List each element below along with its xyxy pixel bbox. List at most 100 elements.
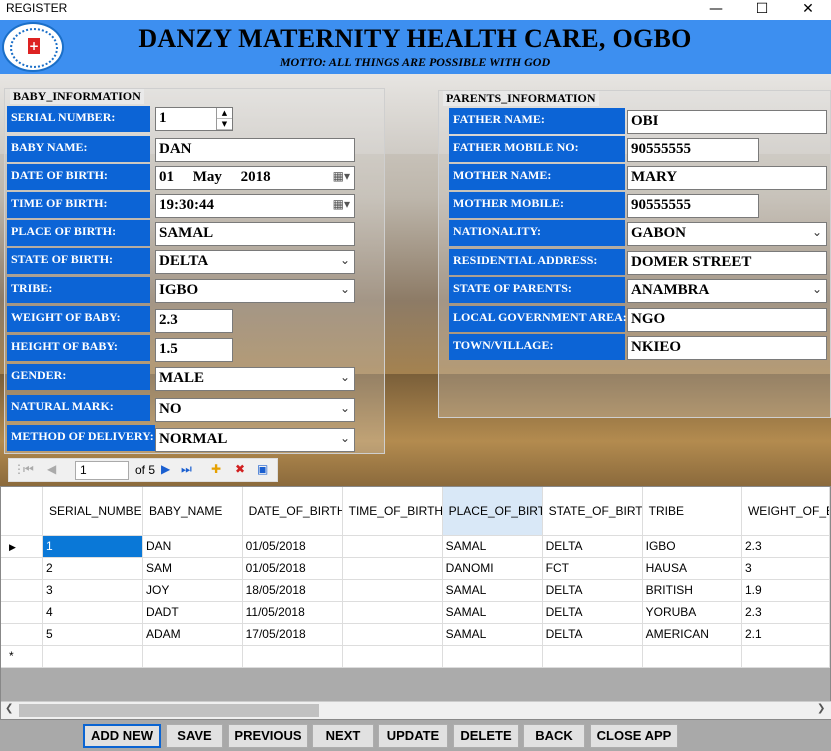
- state-of-birth-select[interactable]: DELTA ⌄: [155, 250, 355, 274]
- table-cell[interactable]: SAMAL: [442, 579, 543, 602]
- time-of-birth-picker[interactable]: 19:30:44 ▦▾: [155, 194, 355, 218]
- serial-spinner[interactable]: ▲ ▼: [216, 108, 232, 130]
- table-cell[interactable]: DELTA: [542, 579, 643, 602]
- row-header[interactable]: [1, 623, 43, 646]
- table-cell[interactable]: [42, 645, 143, 668]
- table-cell[interactable]: ADAM: [142, 623, 243, 646]
- save-icon[interactable]: ▣: [257, 462, 268, 476]
- close-app-button[interactable]: CLOSE APP: [590, 724, 678, 748]
- column-header[interactable]: PLACE_OF_BIRTH: [442, 487, 543, 536]
- row-header[interactable]: [1, 557, 43, 580]
- table-cell[interactable]: SAM: [142, 557, 243, 580]
- mother-name-input[interactable]: MARY: [627, 166, 827, 190]
- serial-number-input[interactable]: 1 ▲ ▼: [155, 107, 233, 131]
- next-button[interactable]: NEXT: [312, 724, 374, 748]
- column-header[interactable]: TIME_OF_BIRTH: [342, 487, 443, 536]
- table-row[interactable]: 5 ADAM 17/05/2018 SAMAL DELTA AMERICAN 2.1: [1, 623, 831, 646]
- table-cell[interactable]: DELTA: [542, 535, 643, 558]
- move-previous-icon[interactable]: ◀: [47, 462, 56, 476]
- calendar-dropdown-icon[interactable]: ▦▾: [333, 169, 350, 183]
- place-of-birth-input[interactable]: SAMAL: [155, 222, 355, 246]
- scroll-thumb[interactable]: [19, 704, 319, 717]
- row-header[interactable]: [1, 579, 43, 602]
- table-row[interactable]: 3 JOY 18/05/2018 SAMAL DELTA BRITISH 1.9: [1, 579, 831, 602]
- column-header[interactable]: WEIGHT_OF_B: [741, 487, 831, 536]
- move-first-icon[interactable]: ⏮: [23, 462, 34, 477]
- row-header[interactable]: ▶: [1, 535, 43, 558]
- table-cell[interactable]: 01/05/2018: [242, 557, 343, 580]
- table-cell[interactable]: DAN: [142, 535, 243, 558]
- table-cell[interactable]: 18/05/2018: [242, 579, 343, 602]
- table-cell[interactable]: [342, 557, 443, 580]
- table-row[interactable]: ▶ 1 DAN 01/05/2018 SAMAL DELTA IGBO 2.3: [1, 535, 831, 558]
- table-cell[interactable]: DELTA: [542, 623, 643, 646]
- new-row[interactable]: *: [1, 645, 831, 668]
- position-input[interactable]: 1: [75, 461, 129, 480]
- table-cell[interactable]: AMERICAN: [642, 623, 742, 646]
- move-next-icon[interactable]: ▶: [161, 462, 170, 476]
- table-cell[interactable]: JOY: [142, 579, 243, 602]
- tribe-select[interactable]: IGBO ⌄: [155, 279, 355, 303]
- delete-icon[interactable]: ✖: [235, 462, 245, 476]
- table-cell[interactable]: 2.3: [741, 535, 831, 558]
- table-cell[interactable]: 3: [42, 579, 143, 602]
- add-new-button[interactable]: ADD NEW: [83, 724, 161, 748]
- date-of-birth-picker[interactable]: 01 May 2018 ▦▾: [155, 166, 355, 190]
- column-header[interactable]: DATE_OF_BIRTH: [242, 487, 343, 536]
- table-cell[interactable]: [242, 645, 343, 668]
- data-grid[interactable]: SERIAL_NUMBER BABY_NAME DATE_OF_BIRTH TIME_…: [0, 486, 831, 720]
- save-button[interactable]: SAVE: [166, 724, 223, 748]
- table-cell[interactable]: IGBO: [642, 535, 742, 558]
- table-cell[interactable]: 1: [42, 535, 143, 558]
- maximize-icon[interactable]: ☐: [739, 0, 785, 20]
- gender-select[interactable]: MALE ⌄: [155, 367, 355, 391]
- table-cell[interactable]: 11/05/2018: [242, 601, 343, 624]
- table-cell[interactable]: [342, 579, 443, 602]
- town-village-input[interactable]: NKIEO: [627, 336, 827, 360]
- table-cell[interactable]: DELTA: [542, 601, 643, 624]
- method-of-delivery-select[interactable]: NORMAL ⌄: [155, 428, 355, 452]
- close-icon[interactable]: ✕: [785, 0, 831, 20]
- weight-of-baby-input[interactable]: 2.3: [155, 309, 233, 333]
- row-header[interactable]: [1, 601, 43, 624]
- table-cell[interactable]: 1.9: [741, 579, 831, 602]
- column-header[interactable]: TRIBE: [642, 487, 742, 536]
- table-cell[interactable]: 3: [741, 557, 831, 580]
- column-header[interactable]: SERIAL_NUMBER: [42, 487, 143, 536]
- table-cell[interactable]: BRITISH: [642, 579, 742, 602]
- table-cell[interactable]: [142, 645, 243, 668]
- table-cell[interactable]: DANOMI: [442, 557, 543, 580]
- add-new-icon[interactable]: ✚: [211, 462, 221, 476]
- table-cell[interactable]: 4: [42, 601, 143, 624]
- column-header[interactable]: BABY_NAME: [142, 487, 243, 536]
- natural-mark-select[interactable]: NO ⌄: [155, 398, 355, 422]
- table-cell[interactable]: DADT: [142, 601, 243, 624]
- height-of-baby-input[interactable]: 1.5: [155, 338, 233, 362]
- table-cell[interactable]: FCT: [542, 557, 643, 580]
- mother-mobile-input[interactable]: 90555555: [627, 194, 759, 218]
- table-cell[interactable]: 01/05/2018: [242, 535, 343, 558]
- horizontal-scrollbar[interactable]: ❮ ❯: [1, 701, 831, 719]
- table-cell[interactable]: 2.1: [741, 623, 831, 646]
- table-cell[interactable]: SAMAL: [442, 601, 543, 624]
- table-cell[interactable]: [342, 535, 443, 558]
- back-button[interactable]: BACK: [523, 724, 585, 748]
- table-cell[interactable]: HAUSA: [642, 557, 742, 580]
- table-row[interactable]: 2 SAM 01/05/2018 DANOMI FCT HAUSA 3: [1, 557, 831, 580]
- baby-name-input[interactable]: DAN: [155, 138, 355, 162]
- table-cell[interactable]: [342, 645, 443, 668]
- father-mobile-input[interactable]: 90555555: [627, 138, 759, 162]
- residential-address-input[interactable]: DOMER STREET: [627, 251, 827, 275]
- local-government-input[interactable]: NGO: [627, 308, 827, 332]
- table-cell[interactable]: [642, 645, 742, 668]
- father-name-input[interactable]: OBI: [627, 110, 827, 134]
- table-cell[interactable]: YORUBA: [642, 601, 742, 624]
- update-button[interactable]: UPDATE: [378, 724, 448, 748]
- table-cell[interactable]: 5: [42, 623, 143, 646]
- move-last-icon[interactable]: ⏭: [181, 462, 192, 477]
- table-row[interactable]: 4 DADT 11/05/2018 SAMAL DELTA YORUBA 2.3: [1, 601, 831, 624]
- nationality-select[interactable]: GABON ⌄: [627, 222, 827, 246]
- table-cell[interactable]: [342, 623, 443, 646]
- column-header[interactable]: STATE_OF_BIRTH: [542, 487, 643, 536]
- table-cell[interactable]: [542, 645, 643, 668]
